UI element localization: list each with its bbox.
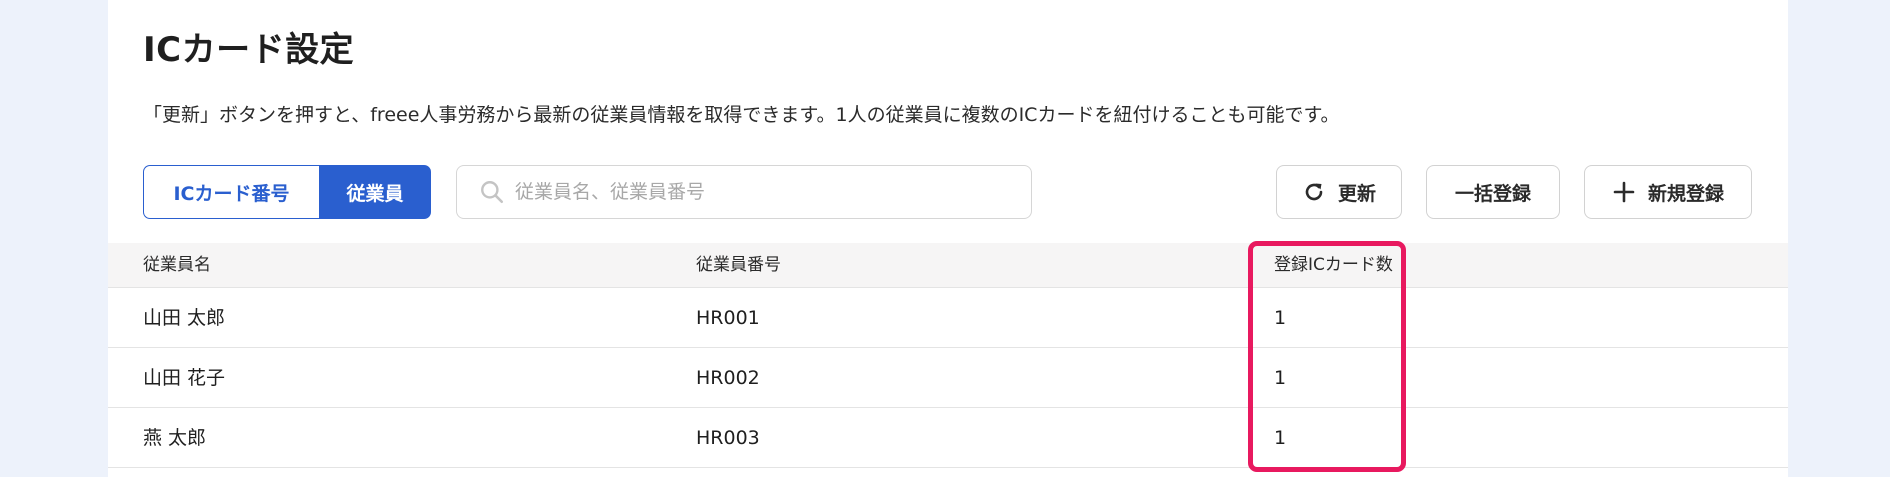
search-box: [456, 165, 1032, 219]
plus-icon: [1613, 181, 1635, 203]
cell-employee-name: 山田 花子: [143, 367, 226, 389]
table-row[interactable]: 山田 花子 HR002 1: [108, 348, 1788, 408]
page-title: ICカード設定: [143, 30, 355, 70]
search-input[interactable]: [515, 181, 1015, 203]
cell-employee-number: HR002: [696, 367, 760, 389]
page-description: 「更新」ボタンを押すと、freee人事労務から最新の従業員情報を取得できます。1…: [143, 104, 1340, 126]
cell-card-count: 1: [1274, 307, 1287, 329]
toggle-ic-card-number[interactable]: ICカード番号: [143, 165, 319, 219]
cell-card-count: 1: [1274, 427, 1287, 449]
cell-card-count: 1: [1274, 367, 1287, 389]
cell-employee-number: HR003: [696, 427, 760, 449]
refresh-button[interactable]: 更新: [1276, 165, 1402, 219]
cell-employee-name: 燕 太郎: [143, 427, 207, 449]
cell-employee-number: HR001: [696, 307, 760, 329]
refresh-label: 更新: [1337, 182, 1376, 205]
refresh-icon: [1305, 183, 1323, 201]
toggle-employee[interactable]: 従業員: [319, 165, 431, 219]
column-header-employee-name: 従業員名: [143, 255, 211, 275]
bulk-register-label: 一括登録: [1454, 182, 1531, 205]
table-row[interactable]: 燕 太郎 HR003 1: [108, 408, 1788, 468]
ic-card-settings-panel: ICカード設定 「更新」ボタンを押すと、freee人事労務から最新の従業員情報を…: [108, 0, 1788, 477]
view-toggle: ICカード番号 従業員: [143, 165, 431, 219]
new-register-label: 新規登録: [1647, 182, 1724, 205]
search-icon: [481, 181, 504, 204]
cell-employee-name: 山田 太郎: [143, 307, 226, 329]
new-register-button[interactable]: 新規登録: [1584, 165, 1752, 219]
column-header-employee-number: 従業員番号: [696, 255, 781, 275]
column-header-card-count: 登録ICカード数: [1274, 255, 1393, 275]
table-row[interactable]: 山田 太郎 HR001 1: [108, 288, 1788, 348]
table-header: 従業員名 従業員番号 登録ICカード数: [108, 243, 1788, 288]
bulk-register-button[interactable]: 一括登録: [1426, 165, 1560, 219]
